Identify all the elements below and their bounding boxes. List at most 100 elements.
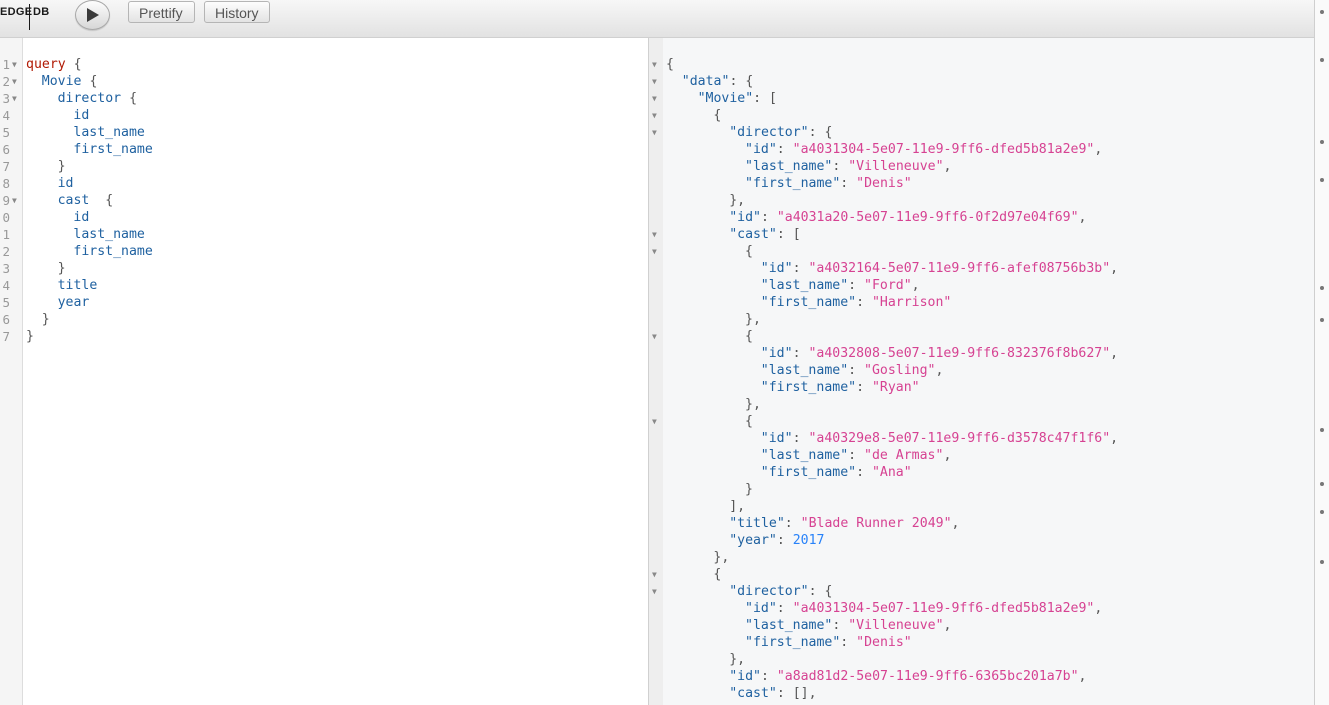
field-name: first_name bbox=[73, 142, 153, 157]
json-string: "a8ad81d2-5e07-11e9-9ff6-6365bc201a7b" bbox=[776, 669, 1079, 684]
json-key: "last_name" bbox=[760, 363, 849, 378]
json-punctuation: : bbox=[776, 142, 793, 157]
code-line: } bbox=[58, 260, 66, 277]
json-key: "last_name" bbox=[745, 159, 833, 174]
json-string: "a4032808-5e07-11e9-9ff6-832376f8b627" bbox=[808, 346, 1111, 361]
result-line: "last_name": "Ford", bbox=[761, 277, 920, 294]
logo-separator bbox=[29, 4, 30, 30]
line-number: 9 bbox=[2, 193, 10, 208]
result-line: "first_name": "Denis" bbox=[745, 634, 912, 651]
panel-marker bbox=[1320, 318, 1324, 322]
fold-toggle-icon[interactable]: ▼ bbox=[652, 124, 657, 141]
fold-toggle-icon[interactable]: ▼ bbox=[652, 90, 657, 107]
panel-marker bbox=[1320, 58, 1324, 62]
json-key: "id" bbox=[745, 142, 777, 157]
json-punctuation: , bbox=[1110, 261, 1119, 276]
punctuation: } bbox=[57, 261, 66, 276]
json-punctuation: : bbox=[856, 295, 872, 310]
fold-toggle-icon[interactable]: ▼ bbox=[652, 413, 657, 430]
toolbar: EDGE DB Prettify History bbox=[0, 0, 1314, 38]
result-line: }, bbox=[745, 396, 761, 413]
code-line: } bbox=[26, 328, 34, 345]
json-punctuation: }, bbox=[729, 652, 746, 667]
code-line: last_name bbox=[73, 124, 144, 141]
punctuation: } bbox=[57, 159, 66, 174]
panel-marker bbox=[1320, 482, 1324, 486]
line-number: 4 bbox=[2, 108, 10, 123]
json-string: "Harrison" bbox=[871, 295, 952, 310]
execute-query-button[interactable] bbox=[75, 0, 110, 30]
json-punctuation: : bbox=[776, 601, 793, 616]
json-string: "Ana" bbox=[871, 465, 912, 480]
json-key: "Movie" bbox=[697, 91, 754, 106]
json-punctuation: : bbox=[784, 516, 801, 531]
json-punctuation: : [ bbox=[753, 91, 777, 106]
field-name: cast bbox=[57, 193, 90, 208]
json-key: "title" bbox=[729, 516, 785, 531]
json-punctuation: , bbox=[943, 618, 952, 633]
fold-toggle-icon[interactable]: ▼ bbox=[12, 73, 17, 90]
result-line: }, bbox=[713, 549, 729, 566]
json-string: "Villeneuve" bbox=[848, 618, 944, 633]
code-line: director { bbox=[58, 90, 137, 107]
json-string: "Gosling" bbox=[864, 363, 936, 378]
fold-toggle-icon[interactable]: ▼ bbox=[652, 328, 657, 345]
fold-toggle-icon[interactable]: ▼ bbox=[12, 90, 17, 107]
panel-marker bbox=[1320, 560, 1324, 564]
code-line: id bbox=[73, 107, 89, 124]
punctuation: { bbox=[65, 57, 82, 72]
result-line: "director": { bbox=[729, 583, 832, 600]
field-name: last_name bbox=[73, 125, 145, 140]
json-punctuation: , bbox=[1078, 210, 1087, 225]
logo-text-left: EDGE bbox=[0, 6, 33, 18]
fold-toggle-icon[interactable]: ▼ bbox=[652, 243, 657, 260]
fold-toggle-icon[interactable]: ▼ bbox=[652, 583, 657, 600]
field-name: director bbox=[57, 91, 122, 106]
json-punctuation: : bbox=[848, 448, 865, 463]
punctuation: { bbox=[89, 193, 114, 208]
result-line: "id": "a4031304-5e07-11e9-9ff6-dfed5b81a… bbox=[745, 141, 1102, 158]
line-number: 7 bbox=[2, 329, 10, 344]
line-number: 7 bbox=[2, 159, 10, 174]
right-side-panel[interactable] bbox=[1314, 0, 1329, 705]
json-punctuation: { bbox=[713, 567, 722, 582]
line-number: 6 bbox=[2, 312, 10, 327]
fold-toggle-icon[interactable]: ▼ bbox=[652, 56, 657, 73]
json-key: "last_name" bbox=[745, 618, 833, 633]
result-line: "first_name": "Ana" bbox=[761, 464, 912, 481]
json-punctuation: } bbox=[745, 482, 753, 497]
prettify-button[interactable]: Prettify bbox=[128, 1, 195, 23]
fold-toggle-icon[interactable]: ▼ bbox=[652, 226, 657, 243]
json-string: "a4031304-5e07-11e9-9ff6-dfed5b81a2e9" bbox=[792, 142, 1095, 157]
logo-text-right: DB bbox=[33, 6, 50, 18]
fold-toggle-icon[interactable]: ▼ bbox=[12, 192, 17, 209]
play-icon bbox=[87, 8, 99, 22]
punctuation: } bbox=[26, 329, 34, 344]
fold-toggle-icon[interactable]: ▼ bbox=[652, 566, 657, 583]
result-line: { bbox=[713, 566, 721, 583]
history-button[interactable]: History bbox=[204, 1, 270, 23]
fold-toggle-icon[interactable]: ▼ bbox=[652, 73, 657, 90]
code-line: id bbox=[73, 209, 89, 226]
line-number: 2 bbox=[2, 74, 10, 89]
json-punctuation: : { bbox=[729, 74, 754, 89]
json-key: "director" bbox=[729, 125, 809, 140]
json-punctuation: : [], bbox=[776, 686, 817, 701]
json-punctuation: , bbox=[943, 159, 952, 174]
result-line: "last_name": "de Armas", bbox=[761, 447, 952, 464]
fold-toggle-icon[interactable]: ▼ bbox=[652, 107, 657, 124]
json-key: "first_name" bbox=[760, 380, 857, 395]
json-punctuation: , bbox=[951, 516, 960, 531]
line-number: 1 bbox=[2, 227, 10, 242]
field-name: year bbox=[57, 295, 90, 310]
punctuation: { bbox=[121, 91, 138, 106]
field-name: id bbox=[57, 176, 74, 191]
json-punctuation: , bbox=[935, 363, 944, 378]
json-punctuation: : { bbox=[808, 584, 833, 599]
fold-toggle-icon[interactable]: ▼ bbox=[12, 56, 17, 73]
json-string: "Villeneuve" bbox=[848, 159, 944, 174]
query-editor[interactable]: 1 ▼ query {2 ▼ Movie {3 ▼ director {4 id 5 last_n… bbox=[0, 38, 648, 705]
json-punctuation: { bbox=[666, 57, 674, 72]
json-punctuation: : bbox=[856, 380, 872, 395]
json-punctuation: }, bbox=[729, 193, 746, 208]
